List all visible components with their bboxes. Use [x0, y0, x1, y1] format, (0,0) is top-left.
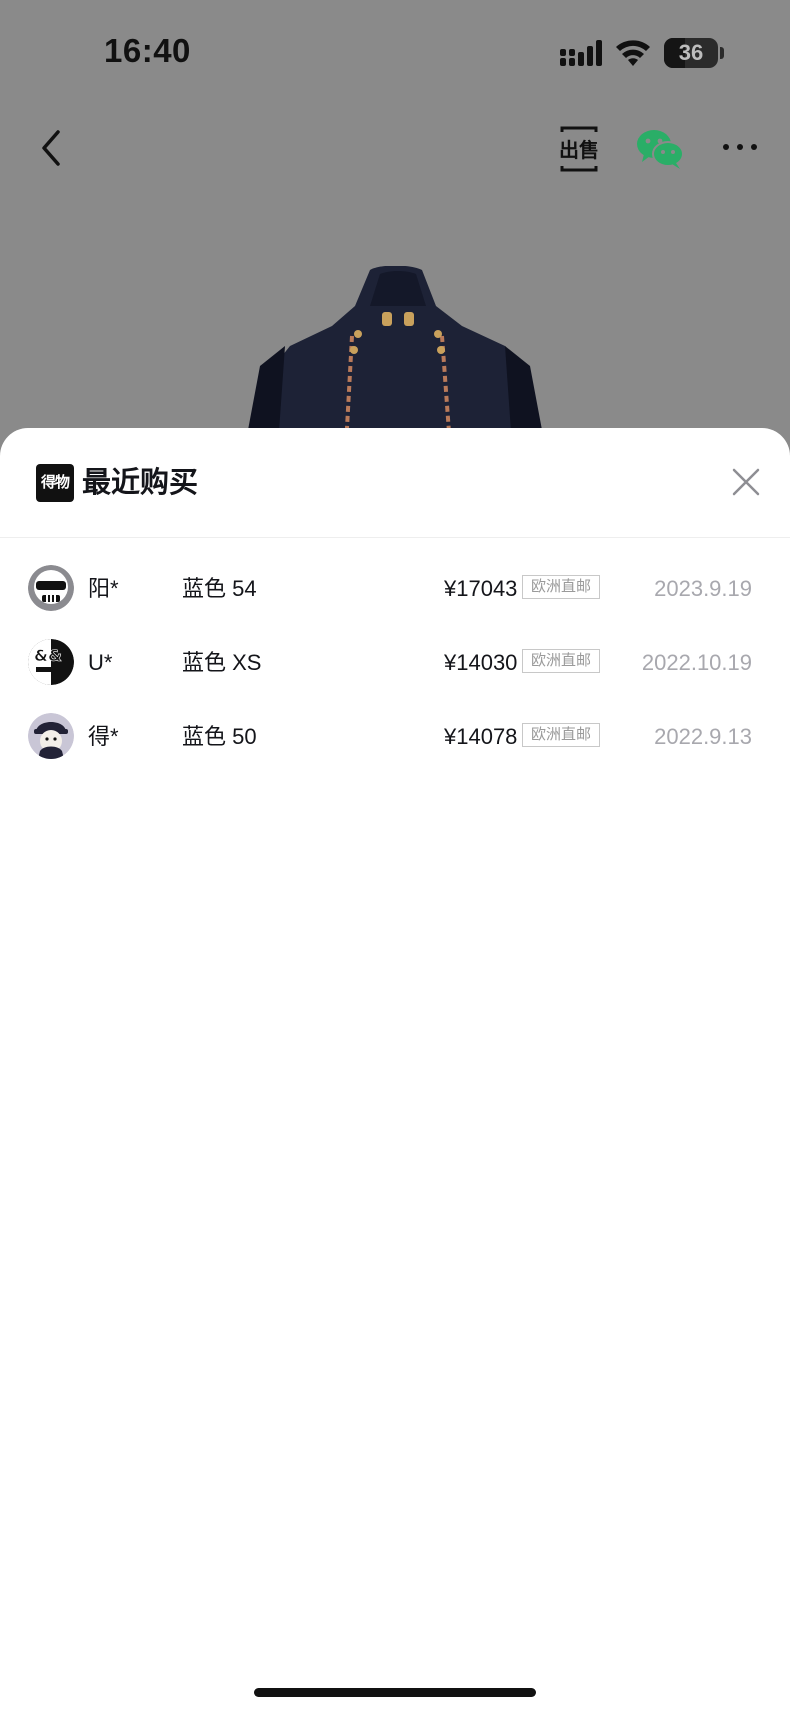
battery-level: 36 — [678, 40, 704, 65]
ampersand-avatar: && — [28, 639, 74, 685]
shipping-tag: 欧洲直邮 — [522, 575, 600, 599]
purchase-list: 阳* 蓝色 54 ¥17043 欧洲直邮 2023.9.19 && U* 蓝色 … — [0, 552, 790, 774]
purchase-date: 2022.10.19 — [641, 650, 752, 675]
purchase-date: 2022.9.13 — [654, 724, 752, 749]
recent-purchases-sheet: 得物 最近购买 阳* 蓝色 54 ¥17043 欧洲直邮 2023.9.19 &… — [0, 428, 790, 1712]
purchase-date: 2023.9.19 — [654, 576, 752, 601]
wifi-icon — [616, 40, 650, 66]
sell-label: 出售 — [559, 138, 599, 162]
buyer-name: U* — [88, 650, 113, 675]
buyer-name: 阳* — [88, 576, 119, 601]
shipping-tag: 欧洲直邮 — [522, 723, 600, 747]
status-time: 16:40 — [104, 32, 191, 69]
status-bar: 16:40 36 — [0, 0, 790, 100]
battery-tip — [720, 47, 724, 59]
purchase-row[interactable]: && U* 蓝色 XS ¥14030 欧洲直邮 2022.10.19 — [0, 626, 790, 700]
product-image — [245, 266, 545, 446]
dimmed-product-page[interactable]: 16:40 36 出售 — [0, 0, 790, 470]
variant: 蓝色 54 — [182, 576, 257, 601]
dewu-logo-icon: 得物 — [36, 464, 74, 502]
purchase-row[interactable]: 阳* 蓝色 54 ¥17043 欧洲直邮 2023.9.19 — [0, 552, 790, 626]
sheet-header: 得物 最近购买 — [0, 428, 790, 538]
battery-icon: 36 — [664, 38, 718, 68]
sell-icon[interactable]: 出售 — [556, 124, 602, 174]
screen: 16:40 36 出售 得物 最近购买 阳* 蓝色 54 ¥17043 欧洲直邮… — [0, 0, 790, 1712]
nav-bar: 出售 — [0, 110, 790, 190]
svg-text:&&: && — [34, 646, 62, 665]
skull-sunglasses-avatar — [28, 565, 74, 611]
back-icon[interactable] — [34, 126, 68, 170]
more-icon[interactable] — [720, 132, 760, 162]
cartoon-cap-avatar — [28, 713, 74, 759]
close-icon[interactable] — [730, 466, 762, 498]
price: ¥14030 — [444, 650, 518, 675]
signal-icon — [560, 40, 602, 66]
variant: 蓝色 50 — [182, 724, 257, 749]
sheet-title: 最近购买 — [82, 467, 199, 499]
buyer-name: 得* — [88, 724, 119, 749]
variant: 蓝色 XS — [182, 650, 262, 675]
purchase-row[interactable]: 得* 蓝色 50 ¥14078 欧洲直邮 2022.9.13 — [0, 700, 790, 774]
price: ¥14078 — [444, 724, 518, 749]
price: ¥17043 — [444, 576, 518, 601]
shipping-tag: 欧洲直邮 — [522, 649, 600, 673]
home-indicator[interactable] — [254, 1688, 536, 1697]
wechat-icon[interactable] — [636, 128, 684, 170]
